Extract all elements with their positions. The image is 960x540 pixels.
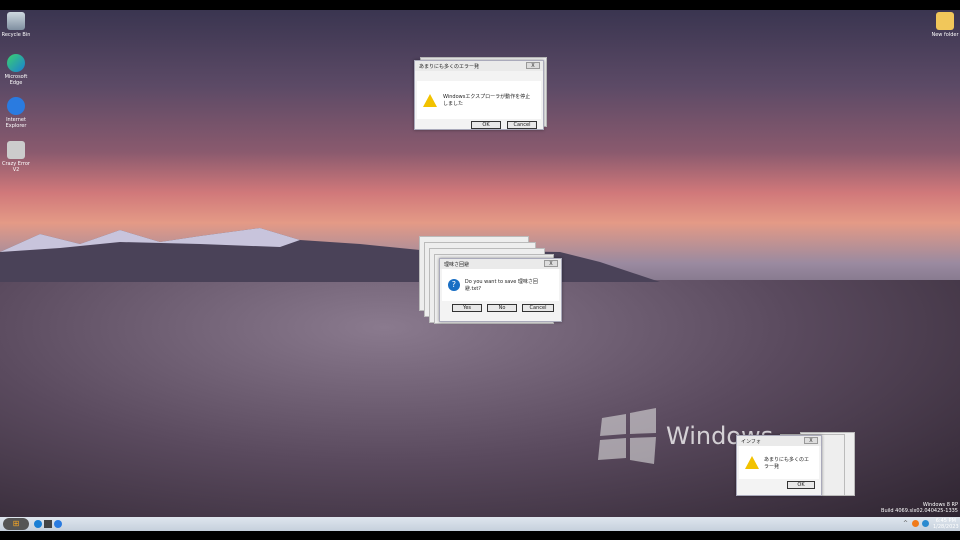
desktop: Recycle Bin Microsoft Edge Internet Expl… <box>0 10 960 517</box>
yes-button[interactable]: Yes <box>452 304 482 312</box>
desktop-icon-new-folder[interactable]: New folder <box>929 12 960 38</box>
no-button[interactable]: No <box>487 304 517 312</box>
close-button[interactable]: X <box>526 62 540 69</box>
edge-icon <box>7 54 25 72</box>
dialog-message: Do you want to save 理味さ回避.txt? <box>464 279 538 292</box>
close-button[interactable]: X <box>804 437 818 444</box>
ie-icon <box>7 97 25 115</box>
cancel-button[interactable]: Cancel <box>522 304 554 312</box>
taskbar: ⊞ ^ 6:45 PM 1/28/2023 <box>0 517 960 531</box>
dialog-message: Windowsエクスプローラが動作を停止しました <box>443 94 531 107</box>
ie-taskbar-icon[interactable] <box>54 520 62 528</box>
ok-button[interactable]: OK <box>471 121 501 129</box>
info-dialog[interactable]: インフォ X あまりにも多くのエラー発 OK <box>736 435 822 496</box>
version-watermark: Windows 8 RP Build 4069.slx02.040425-1335 <box>881 502 958 514</box>
error-dialog-explorer[interactable]: あまりにも多くのエラー発 X Windowsエクスプローラが動作を停止しました … <box>414 60 544 130</box>
folder-icon <box>936 12 954 30</box>
desktop-icon-recycle-bin[interactable]: Recycle Bin <box>0 12 32 38</box>
crazy-error-icon <box>7 141 25 159</box>
desktop-icon-edge[interactable]: Microsoft Edge <box>0 54 32 86</box>
windows-flag-icon <box>598 408 656 464</box>
close-button[interactable]: X <box>544 260 558 267</box>
warning-icon <box>423 93 437 107</box>
desktop-icon-crazy-error[interactable]: Crazy Error V2 <box>0 141 32 173</box>
network-icon[interactable] <box>922 520 929 527</box>
clock[interactable]: 6:45 PM 1/28/2023 <box>933 518 959 530</box>
start-button[interactable]: ⊞ <box>3 518 29 530</box>
question-icon: ? <box>448 279 460 291</box>
dialog-title: 理味さ回避 <box>440 259 561 269</box>
desktop-icon-ie[interactable]: Internet Explorer <box>0 97 32 129</box>
explorer-taskbar-icon[interactable] <box>44 520 52 528</box>
edge-taskbar-icon[interactable] <box>34 520 42 528</box>
cancel-button[interactable]: Cancel <box>507 121 537 129</box>
dialog-title: あまりにも多くのエラー発 <box>415 61 543 71</box>
ok-button[interactable]: OK <box>787 481 815 489</box>
tray-app-icon[interactable] <box>912 520 919 527</box>
warning-icon <box>745 456 759 469</box>
save-dialog[interactable]: 理味さ回避 X ? Do you want to save 理味さ回避.txt?… <box>439 258 562 322</box>
recycle-bin-icon <box>7 12 25 30</box>
dialog-message: あまりにも多くのエラー発 <box>764 456 810 470</box>
tray-chevron-icon[interactable]: ^ <box>903 520 908 527</box>
